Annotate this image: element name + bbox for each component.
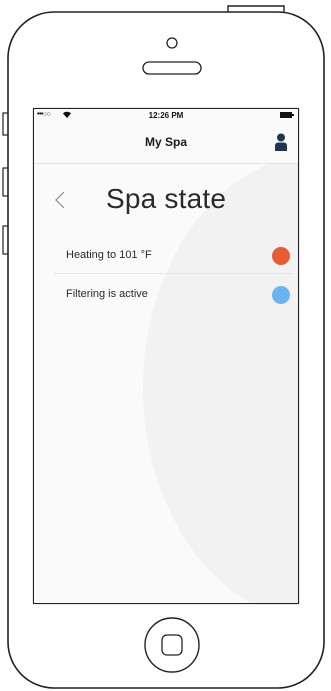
nav-title: My Spa (144, 135, 187, 149)
list-item-heating[interactable]: Heating to 101 °F (54, 235, 292, 274)
navigation-bar: My Spa (34, 123, 298, 164)
user-icon[interactable] (274, 133, 288, 151)
spa-state-list: Heating to 101 °F Filtering is active (54, 235, 292, 312)
app-screen: •••○○ 12:26 PM My Spa Spa state Heating … (34, 109, 298, 603)
home-button[interactable] (144, 617, 200, 673)
device-mockup: •••○○ 12:26 PM My Spa Spa state Heating … (0, 0, 331, 691)
state-label: Heating to 101 °F (66, 249, 152, 261)
list-item-filtering[interactable]: Filtering is active (54, 274, 292, 312)
chevron-left-icon[interactable] (54, 191, 66, 209)
heating-status-indicator (272, 247, 290, 265)
battery-icon (280, 112, 294, 118)
background-circle (143, 153, 298, 603)
state-label: Filtering is active (66, 288, 148, 300)
page-header: Spa state (34, 179, 298, 219)
filtering-status-indicator (272, 286, 290, 304)
status-time: 12:26 PM (148, 111, 184, 120)
page-title: Spa state (106, 183, 227, 214)
status-bar: •••○○ 12:26 PM (34, 109, 298, 123)
